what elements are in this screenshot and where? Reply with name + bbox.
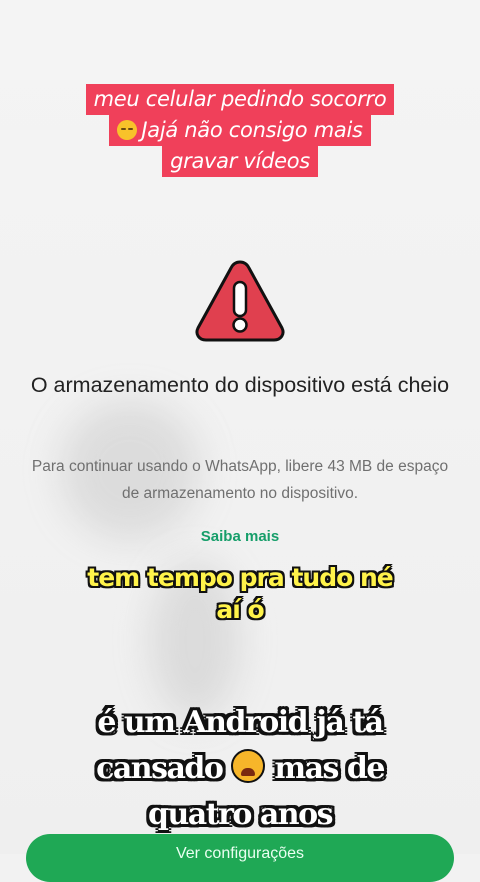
subtitle-white-line-1: é um Android já tá [97, 705, 384, 740]
subtitle-yellow-line-1: tem tempo pra tudo né [87, 563, 393, 592]
subtitle-white-line-2: cansado mas de [0, 746, 480, 792]
subtitle-white-word: mas de [274, 751, 385, 786]
subtitle-yellow: tem tempo pra tudo né aí ó [0, 562, 480, 626]
dialog-body: Para continuar usando o WhatsApp, libere… [31, 458, 449, 502]
caption-line-2: Jajá não consigo mais [109, 115, 371, 146]
dialog-title: O armazenamento do dispositivo está chei… [30, 373, 450, 397]
subtitle-white: é um Android já tá cansado mas de quatro… [0, 700, 480, 838]
learn-more-link[interactable]: Saiba mais [0, 528, 480, 545]
settings-button[interactable]: Ver configurações [26, 834, 454, 882]
caption-line-3: gravar vídeos [162, 146, 318, 177]
caption-line-1: meu celular pedindo socorro [85, 84, 395, 115]
warning-triangle-icon [195, 260, 285, 342]
caption-top: meu celular pedindo socorro Jajá não con… [0, 84, 480, 177]
subtitle-white-line-3: quatro anos [148, 797, 334, 832]
weary-face-icon [231, 749, 266, 783]
subtitle-white-word: cansado [96, 751, 224, 786]
subtitle-yellow-line-2: aí ó [216, 595, 264, 624]
pensive-face-icon [117, 120, 138, 140]
